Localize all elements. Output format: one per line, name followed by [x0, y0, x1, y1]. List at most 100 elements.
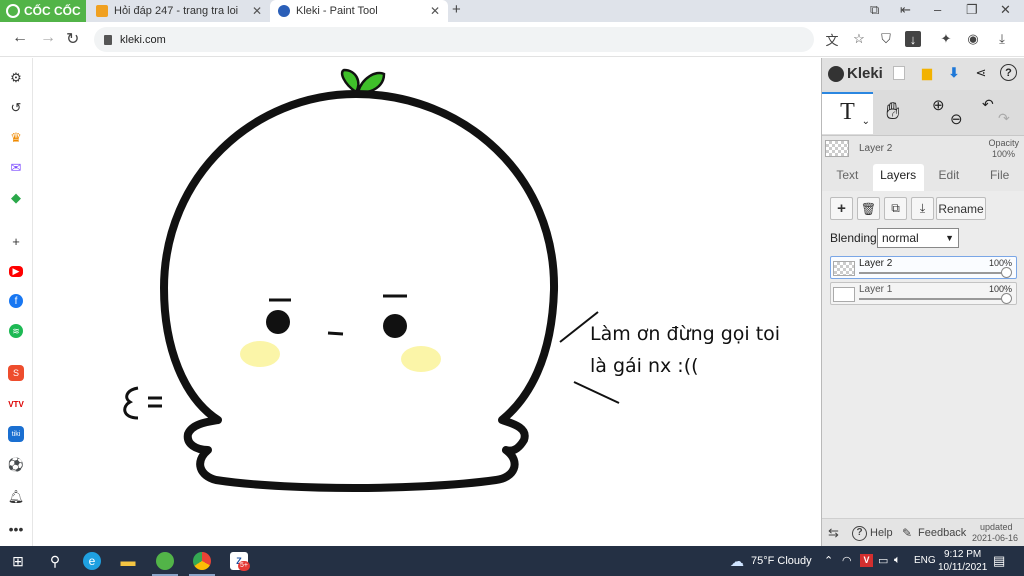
delete-layer-button[interactable]: 🗑︎: [857, 197, 880, 220]
network-icon[interactable]: ▭: [878, 554, 888, 567]
text-tool-button[interactable]: T ⌄: [822, 92, 873, 134]
football-icon[interactable]: ⚽: [7, 456, 25, 474]
profile-icon[interactable]: ◉: [965, 31, 981, 47]
right-eye: [383, 314, 407, 338]
back-icon[interactable]: ←: [12, 29, 28, 47]
new-file-icon[interactable]: [893, 66, 905, 80]
spotify-icon[interactable]: ≋: [9, 324, 23, 338]
minimize-icon[interactable]: –: [934, 2, 941, 17]
tab-kleki[interactable]: Kleki - Paint Tool ✕: [270, 0, 448, 22]
tool-dropdown-icon: ⌄: [861, 116, 870, 127]
speech-text-line2: là gái nx :((: [590, 355, 699, 377]
help-circle-icon[interactable]: ?: [1000, 64, 1017, 81]
downloads-icon[interactable]: ⤓: [994, 31, 1010, 47]
feedback-link[interactable]: Feedback: [918, 527, 966, 539]
history-icon[interactable]: ↺: [7, 99, 25, 117]
undo-icon[interactable]: ↶: [982, 96, 994, 113]
close-window-icon[interactable]: ✕: [1000, 2, 1011, 18]
drawing-canvas[interactable]: Làm ơn đừng gọi toi là gái nx :((: [34, 58, 821, 546]
open-folder-icon[interactable]: ▆: [918, 64, 936, 82]
more-icon[interactable]: •••: [7, 520, 25, 538]
vietkey-icon[interactable]: V: [860, 554, 873, 567]
wifi-icon[interactable]: ◠: [842, 554, 852, 567]
share-icon[interactable]: ⋖: [972, 64, 990, 82]
clock-date[interactable]: 10/11/2021: [938, 562, 987, 573]
clock-time[interactable]: 9:12 PM: [944, 549, 981, 560]
redo-icon[interactable]: ↷: [998, 110, 1010, 127]
forward-icon[interactable]: →: [40, 29, 56, 47]
duplicate-layer-button[interactable]: ⧉: [884, 197, 907, 220]
add-layer-button[interactable]: +: [830, 197, 853, 220]
tab-layers[interactable]: Layers: [872, 164, 924, 191]
tab-strip: CỐC CỐC Hỏi đáp 247 - trang tra loi ✕ Kl…: [0, 0, 1024, 22]
swap-side-icon[interactable]: ⇆: [828, 525, 839, 541]
notifications-icon[interactable]: ▤: [993, 553, 1005, 569]
tab-search-icon[interactable]: ⧉: [870, 2, 879, 18]
merge-layer-button[interactable]: ⤓: [911, 197, 934, 220]
close-tab-icon[interactable]: ✕: [252, 4, 262, 18]
layer-opacity-knob[interactable]: [1001, 267, 1012, 278]
language-indicator[interactable]: ENG: [914, 555, 936, 566]
blending-value: normal: [882, 231, 919, 245]
left-eye: [266, 310, 290, 334]
save-download-icon[interactable]: ⬇: [945, 64, 963, 82]
game-icon[interactable]: ◆: [7, 189, 25, 207]
layer-opacity-knob[interactable]: [1001, 293, 1012, 304]
notification-badge: 5+: [238, 561, 250, 571]
left-blush: [240, 341, 280, 367]
new-tab-icon[interactable]: +: [452, 1, 461, 18]
chrome-icon[interactable]: [193, 552, 211, 570]
edge-icon[interactable]: e: [83, 552, 101, 570]
browser-brand[interactable]: CỐC CỐC: [0, 0, 86, 22]
tab-text[interactable]: Text: [822, 164, 873, 191]
kleki-logo-icon: [828, 65, 844, 82]
reload-icon[interactable]: ↻: [66, 29, 79, 49]
tray-chevron-icon[interactable]: ⌃: [824, 554, 833, 567]
speech-line-bottom: [573, 381, 620, 404]
zoom-in-icon[interactable]: ⊕: [932, 96, 945, 114]
blending-select[interactable]: normal ▼: [877, 228, 959, 248]
tab-edit[interactable]: Edit: [924, 164, 975, 191]
crown-icon[interactable]: ♛: [7, 129, 25, 147]
shield-icon[interactable]: ⛉: [878, 31, 894, 47]
volume-icon[interactable]: 🔈︎: [894, 554, 901, 567]
coccoc-taskbar-icon[interactable]: [156, 552, 174, 570]
url-field[interactable]: kleki.com: [94, 27, 814, 52]
settings-icon[interactable]: ⚙: [7, 69, 25, 87]
add-app-icon[interactable]: +: [7, 232, 25, 250]
extensions-icon[interactable]: ✦: [938, 31, 954, 47]
translate-icon[interactable]: 文: [824, 31, 840, 48]
text-tool-glyph: T: [840, 99, 855, 125]
weather-text[interactable]: 75°F Cloudy: [751, 555, 812, 567]
search-icon[interactable]: ⚲: [46, 552, 64, 570]
layer-row[interactable]: Layer 2 100%: [830, 256, 1017, 279]
kleki-logo[interactable]: Kleki: [828, 65, 883, 82]
layer-name: Layer 1: [859, 284, 893, 295]
close-tab-icon[interactable]: ✕: [430, 4, 440, 18]
kleki-favicon-icon: [278, 5, 290, 17]
facebook-icon[interactable]: f: [9, 294, 23, 308]
sprout-icon: [340, 68, 386, 94]
restore-icon[interactable]: ❐: [966, 2, 978, 18]
file-explorer-icon[interactable]: ▬: [119, 552, 137, 570]
youtube-icon[interactable]: ▶: [9, 266, 23, 277]
layer-row[interactable]: Layer 1 100%: [830, 282, 1017, 305]
tab-file[interactable]: File: [974, 164, 1024, 191]
download-box-icon[interactable]: ↓: [905, 31, 921, 47]
blending-label: Blending: [830, 231, 877, 245]
vtv-icon[interactable]: VTV: [7, 395, 25, 413]
help-link[interactable]: Help: [870, 527, 893, 539]
messenger-icon[interactable]: ✉: [7, 159, 25, 177]
zoom-out-icon[interactable]: ⊖: [950, 110, 963, 128]
shopee-icon[interactable]: S: [8, 365, 24, 381]
tab-hoidap[interactable]: Hỏi đáp 247 - trang tra loi ✕: [88, 0, 270, 22]
layer-opacity-track: [859, 298, 1007, 300]
tiki-icon[interactable]: tiki: [8, 426, 24, 442]
hand-tool-icon[interactable]: ✋︎: [886, 98, 900, 126]
bell-icon[interactable]: 🔔︎: [7, 488, 25, 506]
speech-text-line1: Làm ơn đừng gọi toi: [590, 323, 780, 345]
rename-button[interactable]: Rename: [936, 197, 986, 220]
windows-start-icon[interactable]: ⊞: [9, 552, 27, 570]
back-arrow-icon[interactable]: ⇤: [900, 2, 911, 18]
star-icon[interactable]: ☆: [851, 31, 867, 47]
